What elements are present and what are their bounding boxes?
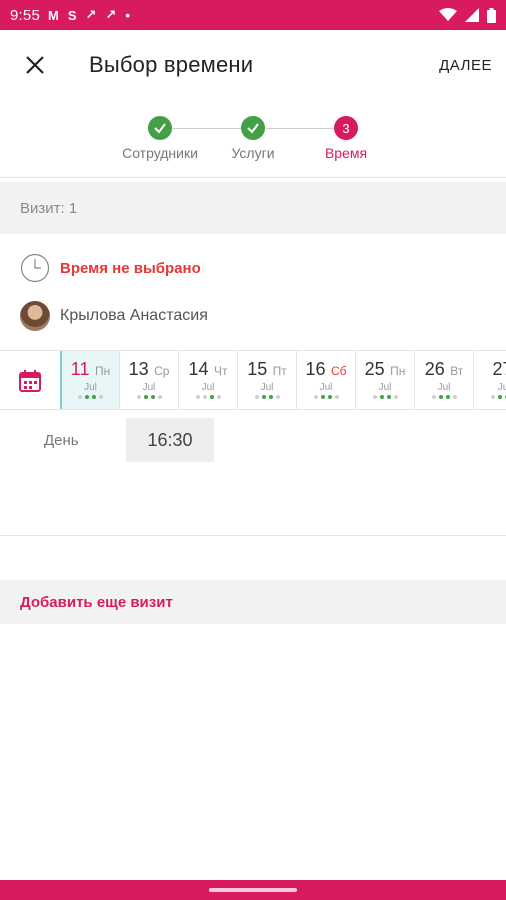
date-number: 26 (424, 359, 445, 379)
weekday: Ср (154, 364, 170, 378)
employee-name: Крылова Анастасия (60, 307, 208, 324)
date-number: 15 (247, 359, 268, 379)
visit-header: Визит: 1 (0, 182, 506, 234)
date-item[interactable]: 16 Сб Jul (296, 351, 355, 409)
page-title: Выбор времени (89, 52, 254, 77)
date-item[interactable]: 11 Пн Jul (60, 351, 119, 409)
month: Jul (84, 382, 97, 393)
date-number: 11 (70, 359, 90, 379)
availability-dots (62, 395, 119, 399)
month: Jul (437, 382, 451, 393)
weekday: Пн (390, 364, 406, 378)
signal-icon (465, 8, 479, 22)
month: Jul (378, 382, 392, 393)
availability-dots (297, 395, 355, 399)
time-slot[interactable]: 16:30 (126, 418, 214, 462)
wifi-icon (439, 8, 457, 21)
calendar-button[interactable] (0, 351, 60, 409)
availability-dots (238, 395, 296, 399)
weekday: Пт (272, 364, 287, 378)
home-gesture-handle[interactable] (209, 888, 297, 892)
date-item[interactable]: 15 Пт Jul (237, 351, 296, 409)
navigation-bar (0, 880, 506, 900)
date-number: 13 (128, 359, 149, 379)
progress-stepper: Сотрудники Услуги 3 Время (0, 100, 506, 178)
availability-dots (356, 395, 414, 399)
date-item[interactable]: 27 Ju (473, 351, 506, 409)
divider (0, 535, 506, 536)
month: Jul (142, 382, 156, 393)
date-number: 14 (188, 359, 209, 379)
avatar (20, 301, 50, 331)
availability-dots (179, 395, 237, 399)
month: Ju (497, 382, 506, 393)
dot-icon: • (125, 7, 130, 23)
next-button[interactable]: ДАЛЕЕ (439, 57, 492, 74)
check-icon (241, 116, 265, 140)
availability-dots (474, 395, 506, 399)
availability-dots (120, 395, 178, 399)
date-strip[interactable]: 11 Пн Jul 13 Ср Jul 14 Чт Jul 15 Пт Jul … (0, 350, 506, 410)
time-status-text: Время не выбрано (60, 259, 201, 277)
employee-row[interactable]: Крылова Анастасия (0, 298, 506, 334)
time-slot-row: День 16:30 (0, 418, 506, 462)
date-number: 16 (305, 359, 326, 379)
missed-call-icon: ↗ (85, 7, 97, 22)
step-number: 3 (334, 116, 358, 140)
close-button[interactable] (0, 30, 70, 100)
month: Jul (201, 382, 215, 393)
missed-call-icon: ↗ (105, 7, 117, 22)
date-item[interactable]: 13 Ср Jul (119, 351, 178, 409)
gmail-icon: M (48, 7, 59, 23)
weekday: Чт (213, 364, 228, 378)
close-icon (26, 56, 44, 74)
check-icon (148, 116, 172, 140)
date-item[interactable]: 25 Пн Jul (355, 351, 414, 409)
s-app-icon: S (67, 7, 77, 23)
period-label: День (44, 431, 79, 449)
add-visit-button[interactable]: Добавить еще визит (0, 580, 506, 624)
month: Jul (319, 382, 333, 393)
month: Jul (260, 382, 274, 393)
weekday: Пн (94, 364, 111, 378)
time-status-row: Время не выбрано (0, 250, 506, 286)
battery-icon (487, 7, 496, 23)
step-label: Время (324, 145, 368, 161)
status-time: 9:55 (10, 6, 40, 24)
app-bar: Выбор времени ДАЛЕЕ (0, 30, 506, 100)
status-bar: 9:55 M S ↗ ↗ • (0, 0, 506, 30)
date-item[interactable]: 14 Чт Jul (178, 351, 237, 409)
availability-dots (415, 395, 473, 399)
weekday: Вт (450, 364, 464, 378)
date-number: 27 (492, 359, 506, 379)
clock-icon (20, 253, 50, 283)
date-item[interactable]: 26 Вт Jul (414, 351, 473, 409)
date-number: 25 (364, 359, 385, 379)
calendar-icon (19, 369, 41, 392)
step-time[interactable]: 3 Время (291, 116, 401, 161)
weekday: Сб (330, 364, 347, 378)
